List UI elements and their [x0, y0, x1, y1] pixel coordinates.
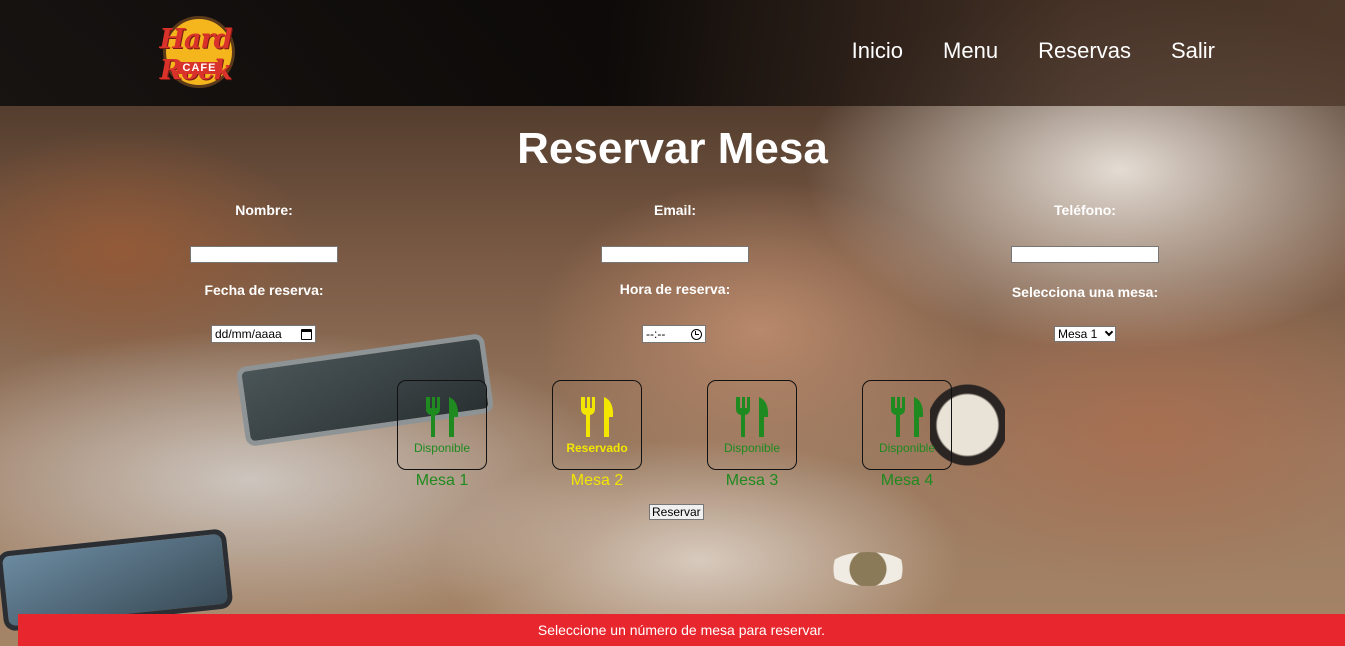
logo-cafe: CAFE — [177, 62, 222, 74]
logo-brand: Hard Rock — [159, 24, 232, 86]
email-group: Email: — [575, 202, 775, 263]
mesa-name: Mesa 4 — [880, 472, 934, 489]
email-label: Email: — [653, 202, 696, 218]
clock-icon[interactable] — [691, 328, 702, 340]
nombre-input[interactable] — [190, 246, 338, 263]
mesa-card[interactable]: Reservado Mesa 2 — [552, 380, 642, 490]
mesa-card[interactable]: Disponible Mesa 4 — [862, 380, 952, 490]
utensils-icon — [891, 397, 924, 437]
hora-input[interactable]: --:-- — [642, 325, 706, 343]
fecha-input[interactable]: dd/mm/aaaa — [211, 325, 316, 343]
hard-rock-logo[interactable]: Hard Rock CAFE — [133, 12, 258, 92]
hora-label: Hora de reserva: — [619, 281, 731, 297]
mesa-name: Mesa 2 — [570, 472, 624, 489]
mesa-status: Disponible — [723, 441, 781, 455]
mesa-box[interactable]: Reservado — [552, 380, 642, 470]
page-title: Reservar Mesa — [517, 124, 828, 173]
telefono-input[interactable] — [1011, 246, 1159, 263]
calendar-icon[interactable] — [301, 328, 312, 340]
mesa-card[interactable]: Disponible Mesa 1 — [397, 380, 487, 490]
alert-text: Seleccione un número de mesa para reserv… — [537, 622, 826, 638]
mesa-box[interactable]: Disponible — [862, 380, 952, 470]
mesa-name: Mesa 1 — [415, 472, 469, 489]
nombre-label: Nombre: — [235, 202, 293, 218]
hora-placeholder: --:-- — [646, 327, 666, 341]
mesa-status: Reservado — [566, 441, 628, 455]
mesa-select-group: Selecciona una mesa: Mesa 1 — [985, 284, 1185, 342]
reservar-button[interactable]: Reservar — [649, 504, 704, 520]
email-input[interactable] — [601, 246, 749, 263]
mesa-select[interactable]: Mesa 1 — [1054, 326, 1116, 342]
mesa-select-value: Mesa 1 — [1058, 327, 1098, 341]
dish-image — [828, 552, 908, 586]
fecha-placeholder: dd/mm/aaaa — [215, 327, 282, 341]
nav-menu[interactable]: Menu — [943, 38, 998, 64]
mesa-box[interactable]: Disponible — [707, 380, 797, 470]
site-header: Hard Rock CAFE Inicio Menu Reservas Sali… — [0, 0, 1345, 106]
fecha-label: Fecha de reserva: — [204, 282, 324, 298]
alert-banner: Seleccione un número de mesa para reserv… — [18, 614, 1345, 646]
mesa-select-label: Selecciona una mesa: — [1011, 284, 1159, 300]
utensils-icon — [736, 397, 769, 437]
utensils-icon — [426, 397, 459, 437]
mesa-box[interactable]: Disponible — [397, 380, 487, 470]
nav-inicio[interactable]: Inicio — [852, 38, 903, 64]
nav-salir[interactable]: Salir — [1171, 38, 1215, 64]
telefono-label: Teléfono: — [1054, 202, 1116, 218]
chevron-down-icon — [1104, 327, 1114, 337]
telefono-group: Teléfono: — [985, 202, 1185, 263]
utensils-icon — [581, 397, 614, 437]
nombre-group: Nombre: — [164, 202, 364, 263]
hora-group: Hora de reserva: --:-- — [575, 281, 775, 343]
mesa-status: Disponible — [878, 441, 936, 455]
mesa-name: Mesa 3 — [725, 472, 779, 489]
main-nav: Inicio Menu Reservas Salir — [852, 38, 1215, 64]
fecha-group: Fecha de reserva: dd/mm/aaaa — [164, 282, 364, 343]
mesa-card[interactable]: Disponible Mesa 3 — [707, 380, 797, 490]
mesa-status: Disponible — [413, 441, 471, 455]
nav-reservas[interactable]: Reservas — [1038, 38, 1131, 64]
